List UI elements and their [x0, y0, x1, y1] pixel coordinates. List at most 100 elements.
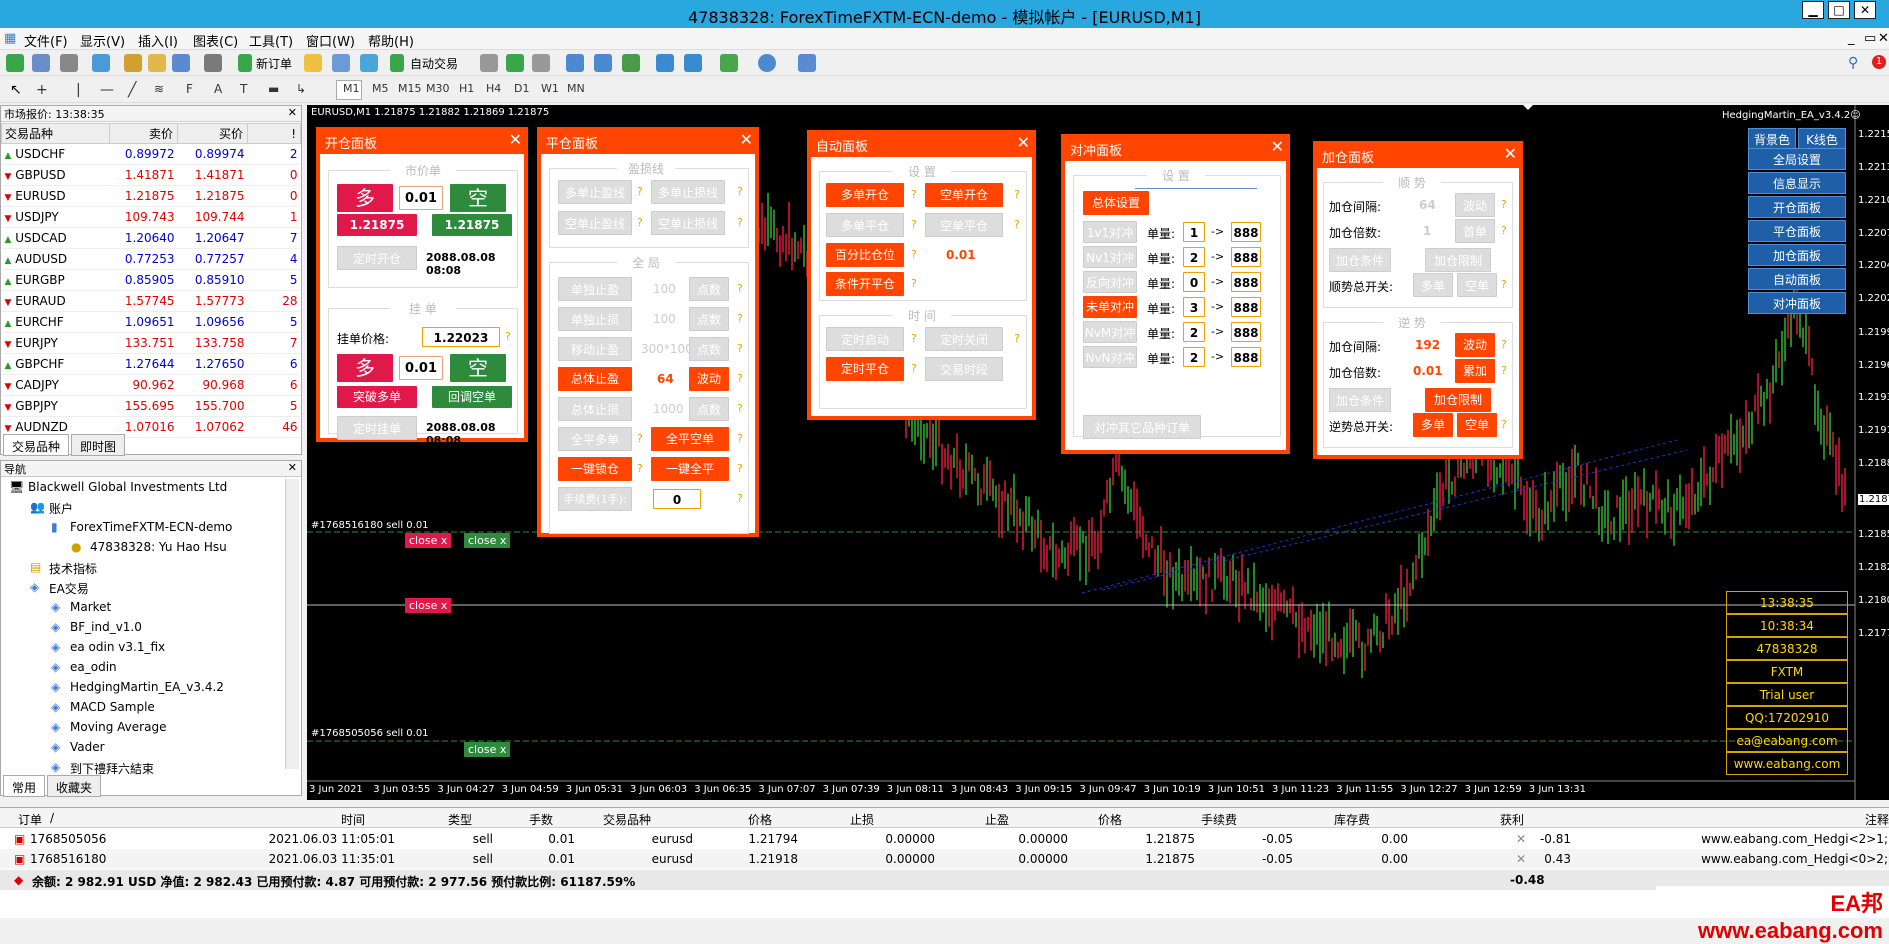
col-swap[interactable]: 库存费 — [1334, 811, 1370, 828]
hedge-lot-a-input[interactable]: 2 — [1183, 247, 1205, 267]
help-icon[interactable]: ? — [737, 492, 743, 505]
breakout-buy-button[interactable]: 突破多单 — [337, 386, 417, 408]
tab-tick-chart[interactable]: 即时图 — [71, 434, 126, 456]
tf-w1[interactable]: W1 — [541, 82, 559, 95]
market-row[interactable]: ▲ EURCHF 1.09651 1.09656 5 — [1, 311, 301, 333]
help-icon[interactable]: ? — [737, 402, 743, 415]
col-price[interactable]: 价格 — [748, 811, 772, 828]
hedge-lot-a-input[interactable]: 0 — [1183, 272, 1205, 292]
single-tp-value[interactable]: 100 — [653, 282, 676, 296]
new-order-button[interactable]: 新订单 — [256, 55, 292, 72]
nav-item-ea[interactable]: HedgingMartin_EA_v3.4.2 — [70, 680, 224, 694]
counter-interval-value[interactable]: 192 — [1415, 338, 1440, 352]
maximize-button[interactable]: □ — [1828, 1, 1850, 19]
long-open-button[interactable]: 多单开仓 — [826, 183, 904, 207]
save-icon[interactable] — [60, 54, 78, 72]
trend-cond-button[interactable]: 加仓条件 — [1329, 248, 1391, 272]
fee-input[interactable]: 0 — [653, 489, 701, 509]
col-sl[interactable]: 止损 — [850, 811, 874, 828]
hedge-panel-close-icon[interactable]: ✕ — [1271, 137, 1284, 156]
timed-start-button[interactable]: 定时启动 — [826, 327, 904, 351]
close-order-icon[interactable]: ✕ — [1516, 852, 1526, 866]
help-icon[interactable]: ? — [1501, 364, 1507, 377]
hedge-lot-b-input[interactable]: 888 — [1231, 272, 1261, 292]
new-order-icon[interactable] — [238, 54, 252, 72]
hedge-mode-button[interactable]: NvM对冲 — [1083, 321, 1137, 343]
pullback-sell-button[interactable]: 回调空单 — [432, 386, 512, 408]
col-cur-price[interactable]: 价格 — [1098, 811, 1122, 828]
help-icon[interactable]: ? — [737, 462, 743, 475]
short-tp-line-button[interactable]: 空单止盈线 — [558, 211, 632, 235]
tile-icon[interactable] — [622, 54, 640, 72]
hedge-panel-button[interactable]: 对冲面板 — [1748, 292, 1846, 314]
trendline-icon[interactable]: ╱ — [128, 82, 136, 98]
hedge-lot-b-input[interactable]: 888 — [1231, 297, 1261, 317]
auto-panel-close-icon[interactable]: ✕ — [1017, 133, 1030, 152]
col-lots[interactable]: 手数 — [529, 811, 553, 828]
help-icon[interactable]: ? — [1501, 418, 1507, 431]
single-sl-value[interactable]: 100 — [653, 312, 676, 326]
counter-multiple-value[interactable]: 0.01 — [1413, 364, 1443, 378]
close-order-button[interactable]: close x — [464, 533, 511, 548]
market-watch-close-icon[interactable]: ✕ — [288, 106, 297, 119]
total-sl-value[interactable]: 1000 — [653, 402, 684, 416]
long-sl-line-button[interactable]: 多单止损线 — [651, 180, 725, 204]
nav-item-ea[interactable]: ea odin v3.1_fix — [70, 640, 165, 654]
nav-item-ea[interactable]: ea_odin — [70, 660, 117, 674]
pending-lot-input[interactable]: 0.01 — [399, 356, 443, 380]
close-order-button[interactable]: close x — [405, 598, 452, 613]
help-icon[interactable]: ? — [637, 462, 643, 475]
arrows-icon[interactable]: ▬ — [268, 82, 279, 96]
col-comment[interactable]: 注释 — [1865, 811, 1889, 828]
timed-open-button[interactable]: 定时开仓 — [337, 246, 417, 270]
notification-icon[interactable]: 1 — [1872, 55, 1886, 69]
close-order-button[interactable]: close x — [405, 533, 452, 548]
points-button[interactable]: 点数 — [689, 337, 729, 361]
menu-tools[interactable]: 工具(T) — [249, 31, 293, 50]
points-button[interactable]: 点数 — [689, 307, 729, 331]
menu-chart[interactable]: 图表(C) — [193, 31, 238, 50]
total-tp-value[interactable]: 64 — [657, 372, 674, 386]
candle-chart-icon[interactable] — [506, 54, 524, 72]
trend-long-button[interactable]: 多单 — [1413, 273, 1453, 297]
long-tp-line-button[interactable]: 多单止盈线 — [558, 180, 632, 204]
market-row[interactable]: ▲ GBPCHF 1.27644 1.27650 6 — [1, 353, 301, 375]
auto-trade-icon[interactable] — [390, 54, 404, 72]
hedge-mode-button[interactable]: Nv1对冲 — [1083, 246, 1137, 268]
close-panel-button[interactable]: 平仓面板 — [1748, 220, 1846, 242]
market-row[interactable]: ▼ USDJPY 109.743 109.744 1 — [1, 206, 301, 228]
hedge-lot-a-input[interactable]: 3 — [1183, 297, 1205, 317]
hedge-mode-button[interactable]: 反向对冲 — [1083, 271, 1137, 293]
help-icon[interactable]: ? — [737, 342, 743, 355]
auto-trade-button[interactable]: 自动交易 — [410, 55, 458, 72]
info-display-button[interactable]: 信息显示 — [1748, 172, 1846, 194]
close-button[interactable]: ✕ — [1854, 1, 1876, 19]
data-window-icon[interactable] — [148, 54, 166, 72]
col-order[interactable]: 订单 — [18, 811, 42, 828]
col-profit[interactable]: 获利 — [1500, 811, 1524, 828]
navigator-icon[interactable] — [124, 54, 142, 72]
mdi-minimize-icon[interactable]: _ — [1848, 31, 1855, 46]
market-row[interactable]: ▼ GBPJPY 155.695 155.700 5 — [1, 395, 301, 417]
col-bid[interactable]: 卖价 — [109, 123, 178, 144]
close-order-button[interactable]: close x — [464, 742, 511, 757]
help-icon[interactable]: ? — [737, 312, 743, 325]
zoom-out-icon[interactable] — [594, 54, 612, 72]
first-order-button[interactable]: 首单 — [1455, 219, 1495, 243]
tab-favorites[interactable]: 收藏夹 — [47, 775, 102, 797]
trend-wave-button[interactable]: 波动 — [1455, 193, 1495, 217]
autoscroll-icon[interactable] — [656, 54, 674, 72]
market-row[interactable]: ▼ GBPUSD 1.41871 1.41871 0 — [1, 164, 301, 186]
menu-file[interactable]: 文件(F) — [24, 31, 68, 50]
auto-panel-button[interactable]: 自动面板 — [1748, 268, 1846, 290]
timed-pending-button[interactable]: 定时挂单 — [337, 416, 417, 440]
lot-input[interactable]: 0.01 — [399, 186, 443, 210]
market-row[interactable]: ▲ EURGBP 0.85905 0.85910 5 — [1, 269, 301, 291]
tester-icon[interactable] — [204, 54, 222, 72]
help-icon[interactable]: ? — [911, 332, 917, 345]
tf-mn[interactable]: MN — [567, 82, 585, 95]
long-close-button[interactable]: 多单平仓 — [826, 213, 904, 237]
crosshair-icon[interactable]: + — [36, 82, 48, 98]
col-tp[interactable]: 止盈 — [985, 811, 1009, 828]
nav-item-ea[interactable]: Vader — [70, 740, 105, 754]
